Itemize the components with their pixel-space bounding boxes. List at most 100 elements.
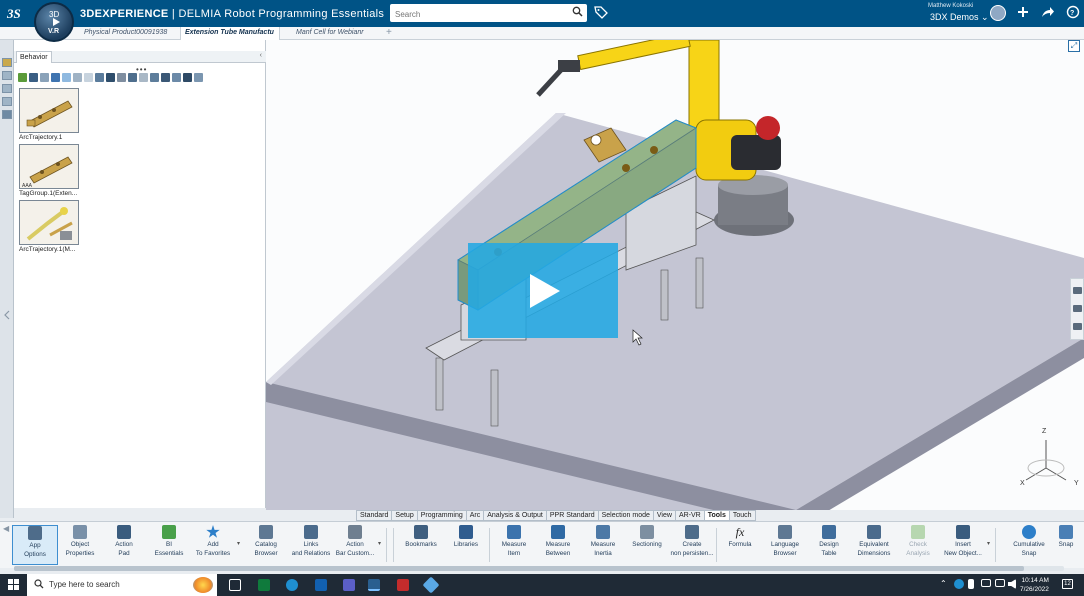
sort-icon[interactable] [183, 73, 192, 82]
taskbar-clock[interactable]: 10:14 AM 7/26/2022 [1020, 576, 1049, 594]
tab-selection-mode[interactable]: Selection mode [597, 510, 653, 521]
links-relations-button[interactable]: Links and Relations [288, 525, 334, 565]
share-icon[interactable] [1041, 5, 1055, 21]
teams-icon[interactable] [343, 579, 355, 591]
settings-icon[interactable] [194, 73, 203, 82]
text-icon[interactable] [95, 73, 104, 82]
action-bar-scrollbar[interactable] [14, 566, 1064, 571]
add-to-favorites-button[interactable]: Add To Favorites [190, 525, 236, 565]
download-icon[interactable] [128, 73, 137, 82]
microphone-icon[interactable] [968, 579, 974, 589]
formula-button[interactable]: fx Formula [717, 525, 763, 565]
play-icon[interactable] [530, 274, 560, 308]
scroll-left-icon[interactable]: ◀ [3, 524, 9, 533]
filter-icon[interactable] [150, 73, 159, 82]
catalog-browser-button[interactable]: Catalog Browser [243, 525, 289, 565]
user-avatar[interactable] [990, 5, 1006, 21]
snowflake-app-icon[interactable] [422, 576, 440, 594]
scrollbar-thumb[interactable] [14, 566, 1024, 571]
action-bar-custom-button[interactable]: Action Bar Custom... [332, 525, 378, 565]
tab-ppr-standard[interactable]: PPR Standard [545, 510, 598, 521]
tag-icon[interactable] [594, 5, 608, 22]
measure-between-button[interactable]: Measure Between [535, 525, 581, 565]
insert-new-object-button[interactable]: Insert New Object... [940, 525, 986, 565]
tree-strip-icon[interactable] [2, 71, 12, 80]
compass-apps-icon[interactable]: ? [1066, 5, 1080, 22]
tab-touch[interactable]: Touch [728, 510, 756, 521]
measure-inertia-button[interactable]: Measure Inertia [580, 525, 626, 565]
video-play-button[interactable] [468, 243, 618, 338]
3dexperience-icon[interactable] [368, 579, 380, 591]
arc-trajectory-thumbnail[interactable] [19, 88, 79, 133]
record-icon[interactable] [1073, 323, 1082, 330]
tab-setup[interactable]: Setup [391, 510, 417, 521]
cumulative-snap-button[interactable]: Cumulative Snap [1006, 525, 1052, 565]
taskbar-search[interactable]: Type here to search [27, 574, 217, 596]
xbox-icon[interactable] [258, 579, 270, 591]
tab-arc[interactable]: Arc [465, 510, 484, 521]
display-icon[interactable] [981, 579, 991, 587]
tray-overflow-icon[interactable]: ⌃ [940, 579, 947, 588]
network-icon[interactable] [995, 579, 1005, 587]
3d-viewport[interactable]: ⤢ Z X Y [266, 40, 1084, 510]
sectioning-button[interactable]: Sectioning [624, 525, 670, 565]
tab-tools[interactable]: Tools [703, 510, 729, 521]
recording-icon[interactable] [397, 579, 409, 591]
notifications-icon[interactable]: 12 [1062, 579, 1073, 589]
search-input[interactable] [390, 5, 560, 24]
add-point-icon[interactable] [62, 73, 71, 82]
dassault-logo[interactable]: 3S [6, 4, 28, 22]
plus-icon[interactable] [1017, 5, 1029, 21]
robot-strip-icon[interactable] [2, 110, 12, 119]
libraries-button[interactable]: Libraries [443, 525, 489, 565]
tab-physical-product[interactable]: Physical Product00091938 [80, 27, 180, 40]
app-options-button[interactable]: App Options [12, 525, 58, 565]
check-icon[interactable] [139, 73, 148, 82]
custom-dropdown-icon[interactable]: ▾ [378, 540, 381, 547]
windows-start-icon[interactable] [8, 579, 19, 590]
snap-button[interactable]: Snap [1051, 525, 1081, 565]
tab-programming[interactable]: Programming [416, 510, 466, 521]
filter-edit-icon[interactable] [172, 73, 181, 82]
layout-strip-icon[interactable] [2, 97, 12, 106]
create-non-persistent-button[interactable]: Create non persisten... [669, 525, 715, 565]
tag-group-thumbnail[interactable]: AAA [19, 144, 79, 189]
task-view-icon[interactable] [229, 579, 241, 591]
edit-icon[interactable] [29, 73, 38, 82]
onedrive-icon[interactable] [954, 579, 964, 589]
favorites-dropdown-icon[interactable]: ▾ [237, 540, 240, 547]
spacer-icon[interactable] [84, 73, 93, 82]
filter-add-icon[interactable] [161, 73, 170, 82]
scene-svg[interactable] [266, 40, 1084, 510]
collab-space-selector[interactable]: 3DX Demos ⌄ [930, 12, 989, 23]
search-box[interactable] [390, 4, 587, 24]
list-item-label[interactable]: ArcTrajectory.1(M... [19, 246, 75, 253]
bookmarks-button[interactable]: Bookmarks [398, 525, 444, 565]
language-browser-button[interactable]: Language Browser [762, 525, 808, 565]
camera-icon[interactable] [1073, 287, 1082, 294]
tab-analysis-output[interactable]: Analysis & Output [483, 510, 546, 521]
compass-play-icon[interactable] [53, 18, 60, 26]
list-item-label[interactable]: ArcTrajectory.1 [19, 134, 62, 141]
compass-icon[interactable]: 3D V.R [34, 2, 74, 42]
outlook-icon[interactable] [315, 579, 327, 591]
window-icon[interactable] [40, 73, 49, 82]
equivalent-dimensions-button[interactable]: Equivalent Dimensions [851, 525, 897, 565]
check-analysis-button[interactable]: Check Analysis [895, 525, 941, 565]
design-table-button[interactable]: Design Table [806, 525, 852, 565]
behavior-strip-icon[interactable] [2, 58, 12, 67]
maximize-icon[interactable]: ⤢ [1068, 40, 1080, 52]
object-properties-button[interactable]: Object Properties [57, 525, 103, 565]
tab-manf-cell[interactable]: Manf Cell for Webianr [292, 27, 382, 40]
panel-minimize-button[interactable]: ‹ [260, 52, 262, 59]
copy-icon[interactable] [117, 73, 126, 82]
tab-behavior[interactable]: Behavior [16, 51, 52, 63]
list-item-label[interactable]: TagGroup.1(Exten... [19, 190, 77, 197]
tab-view[interactable]: View [652, 510, 675, 521]
resource-strip-icon[interactable] [2, 84, 12, 93]
square-icon[interactable] [51, 73, 60, 82]
tab-extension-tube[interactable]: Extension Tube Manufactu [180, 27, 280, 40]
capture-icon[interactable] [1073, 305, 1082, 312]
new-trajectory-icon[interactable] [18, 73, 27, 82]
collapse-panel-icon[interactable] [4, 310, 10, 323]
